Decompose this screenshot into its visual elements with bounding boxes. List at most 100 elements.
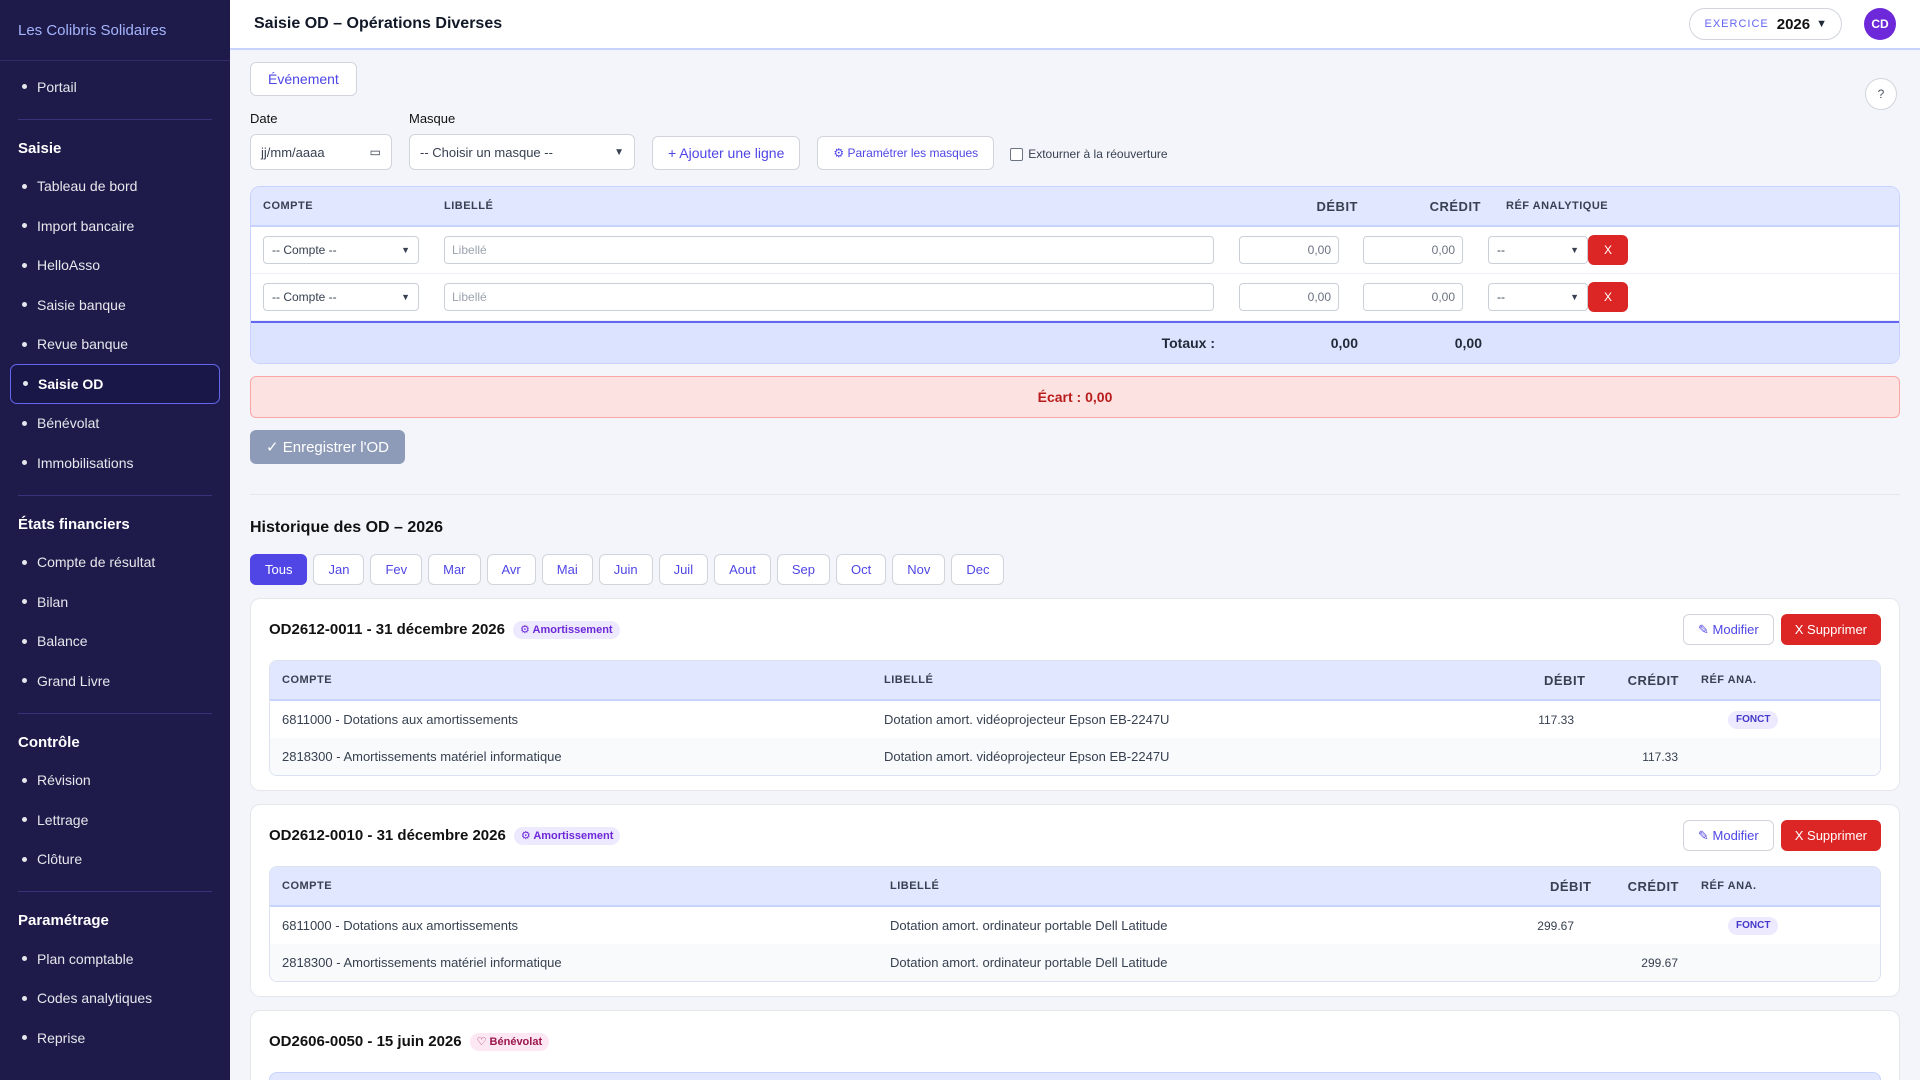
sidebar-item-immobilisations[interactable]: Immobilisations [18,443,212,483]
sidebar-item-reprise[interactable]: Reprise [18,1018,212,1058]
credit-input[interactable]: 0,00 [1363,283,1463,311]
sidebar-item-compte-de-resultat[interactable]: Compte de résultat [18,543,212,583]
col-debit: DÉBIT [1544,672,1586,688]
month-tab-dec[interactable]: Dec [951,554,1005,585]
month-tab-fev[interactable]: Fev [370,554,423,585]
sidebar-item-revue-banque[interactable]: Revue banque [18,325,212,365]
bullet-icon [22,302,27,308]
nav-section-title: Saisie [18,139,62,157]
date-label: Date [250,111,278,126]
sidebar-item-helloasso[interactable]: HelloAsso [18,246,212,286]
avatar[interactable]: CD [1864,8,1896,40]
sidebar-item-plan-comptable[interactable]: Plan comptable [18,939,212,979]
help-icon[interactable]: ? [1865,78,1897,110]
month-tab-nov[interactable]: Nov [892,554,946,585]
delete-button[interactable]: X Supprimer [1780,820,1881,851]
od-line-row: 6811000 - Dotations aux amortissements Do… [270,907,1880,944]
od-card: OD2612-0010 - 31 décembre 2026 ⚙ Amortiss… [250,804,1900,997]
mask-select[interactable]: -- Choisir un masque -- ▼ [409,134,635,170]
sidebar-item-lettrage[interactable]: Lettrage [18,800,212,840]
col-compte: COMPTE [282,880,333,892]
line-credit: 117.33 [1642,749,1678,764]
line-ref-cell: FONCT [1703,916,1779,935]
event-button[interactable]: Événement [250,62,357,96]
ref-select[interactable]: -- ▼ [1488,283,1588,311]
libelle-input[interactable]: Libellé [444,236,1214,264]
extourner-checkbox-group[interactable]: Extourner à la réouverture [1010,147,1168,161]
sidebar-item-grand-livre[interactable]: Grand Livre [18,661,212,701]
extourner-checkbox[interactable] [1010,147,1024,161]
save-od-button[interactable]: ✓ Enregistrer l'OD [250,430,405,464]
account-select[interactable]: -- Compte -- ▼ [263,236,419,264]
entry-table-header: COMPTE LIBELLÉ DÉBIT CRÉDIT RÉF ANALYTIQ… [251,187,1899,227]
col-compte: COMPTE [282,674,333,686]
sidebar-item-saisie-od[interactable]: Saisie OD [10,364,220,404]
col-debit: DÉBIT [1316,198,1358,214]
sidebar-item-import-bancaire[interactable]: Import bancaire [18,206,212,246]
cell: X [1588,235,1628,265]
ref-select[interactable]: -- ▼ [1488,236,1588,264]
chevron-down-icon: ▼ [401,292,410,302]
month-tab-juil[interactable]: Juil [658,554,709,585]
sidebar-item-saisie-banque[interactable]: Saisie banque [18,285,212,325]
delete-button[interactable]: X Supprimer [1780,614,1881,645]
sidebar-item-revision[interactable]: Révision [18,761,212,801]
month-tab-oct[interactable]: Oct [835,554,887,585]
od-actions: ✎ Modifier X Supprimer [1683,614,1881,645]
month-tab-mar[interactable]: Mar [428,554,481,585]
month-tab-jan[interactable]: Jan [313,554,365,585]
bullet-icon [22,84,27,90]
exercice-selector[interactable]: EXERCICE 2026 ▼ [1689,8,1842,40]
account-select[interactable]: -- Compte -- ▼ [263,283,419,311]
ref-select-value: -- [1497,243,1505,257]
date-input[interactable]: jj/mm/aaaa ▭ [250,134,392,170]
month-tab-sep[interactable]: Sep [776,554,830,585]
od-line-row: 2818300 - Amortissements matériel inform… [270,738,1880,775]
month-tab-avr[interactable]: Avr [486,554,536,585]
sidebar-item-tableau-de-bord[interactable]: Tableau de bord [18,167,212,207]
calendar-icon[interactable]: ▭ [370,145,381,159]
debit-value: 0,00 [1307,243,1331,257]
debit-input[interactable]: 0,00 [1239,236,1339,264]
sidebar-item-balance[interactable]: Balance [18,622,212,662]
modify-button[interactable]: ✎ Modifier [1683,614,1774,645]
add-line-button[interactable]: + Ajouter une ligne [652,136,801,170]
sidebar-item-codes-analytiques[interactable]: Codes analytiques [18,979,212,1019]
sidebar-item-label: Clôture [37,851,83,868]
delete-line-button[interactable]: X [1588,282,1628,312]
modify-button[interactable]: ✎ Modifier [1683,820,1774,851]
month-tab-aout[interactable]: Aout [714,554,771,585]
sidebar-item-cloture[interactable]: Clôture [18,840,212,880]
sidebar-item-label: Bénévolat [37,415,100,432]
sidebar-item-label: Revue banque [37,336,129,353]
bullet-icon [22,183,27,189]
cell: Libellé [444,283,1215,311]
chevron-down-icon: ▼ [614,146,624,158]
nav-section-title: Paramétrage [18,912,109,929]
bullet-icon [22,262,27,268]
mask-label: Masque [409,111,456,126]
bullet-icon [22,1035,27,1041]
sidebar-item-benevolat[interactable]: Bénévolat [18,404,212,444]
bullet-icon [22,460,27,466]
month-tab-juin[interactable]: Juin [598,554,653,585]
libelle-input[interactable]: Libellé [444,283,1214,311]
debit-input[interactable]: 0,00 [1239,283,1339,311]
credit-input[interactable]: 0,00 [1363,236,1463,264]
od-lines-header: COMPTE LIBELLÉ DÉBIT CRÉDIT RÉF ANA. [270,661,1880,701]
sidebar-item-label: Plan comptable [37,950,134,967]
month-tab-mai[interactable]: Mai [541,554,593,585]
brand-name[interactable]: Les Colibris Solidaires [0,0,230,61]
date-field-group: Date jj/mm/aaaa ▭ [250,111,392,170]
delete-line-button[interactable]: X [1588,235,1628,265]
nav-divider [18,891,212,892]
od-tag: ♡ Bénévolat [469,1032,550,1051]
config-masks-button[interactable]: ⚙ Paramétrer les masques [817,136,995,170]
cell: -- ▼ [1463,283,1588,311]
sidebar-item-portail[interactable]: Portail [18,67,212,107]
month-tab-tous[interactable]: Tous [250,554,308,585]
libelle-placeholder: Libellé [452,290,487,304]
sidebar-item-bilan[interactable]: Bilan [18,582,212,622]
nav-section-title: Contrôle [18,733,80,751]
cell: Libellé [444,236,1215,264]
